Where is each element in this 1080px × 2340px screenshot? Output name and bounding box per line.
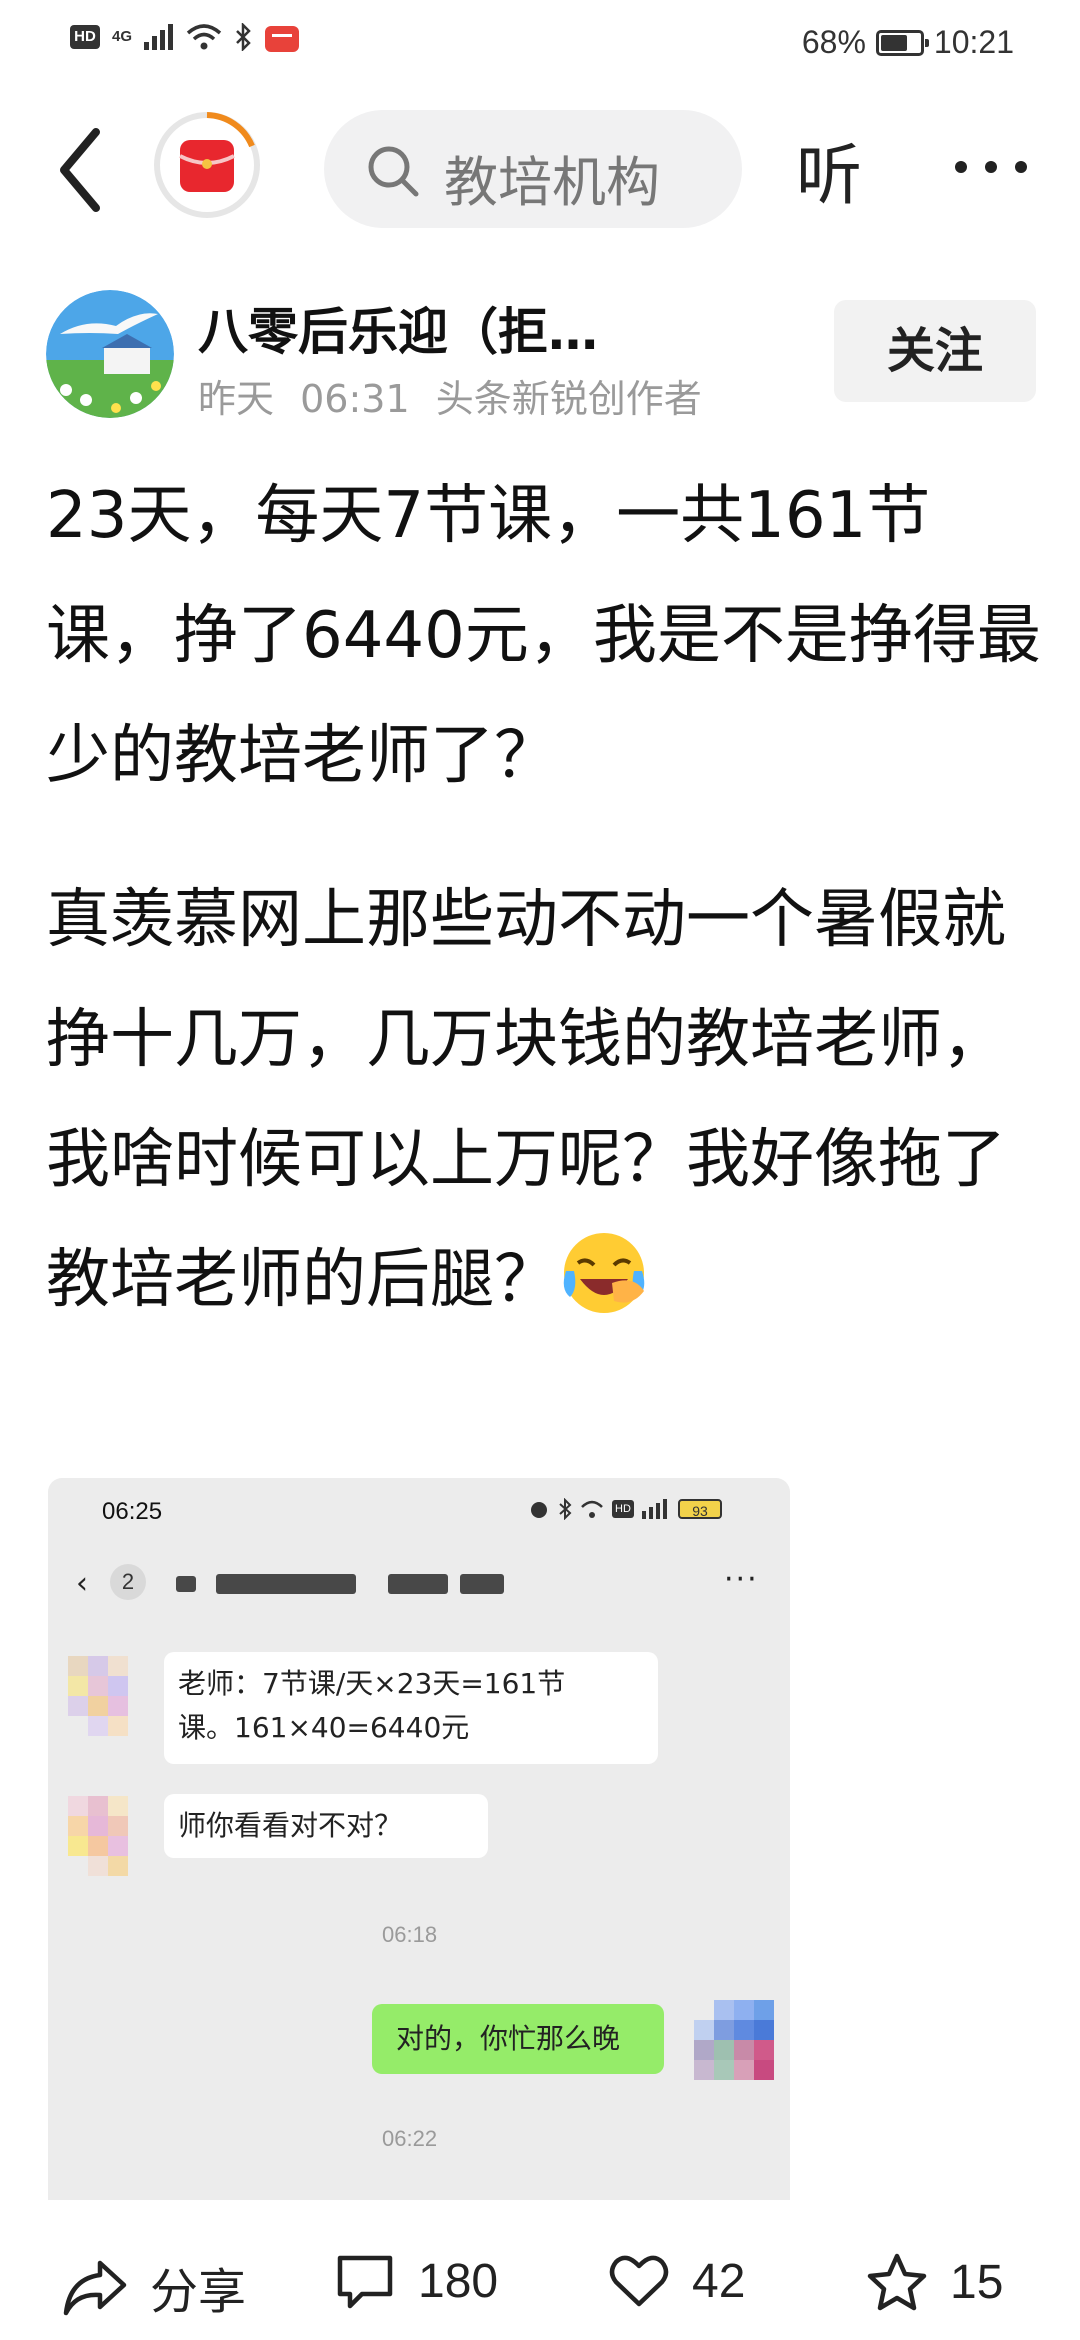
favorite-count: 15 xyxy=(950,2255,1004,2309)
bottom-action-bar: 分享 180 42 15 xyxy=(0,2218,1080,2340)
bluetooth-icon xyxy=(559,1498,572,1520)
blurred-avatar xyxy=(68,1656,148,1736)
blurred-name xyxy=(460,1574,504,1594)
share-label: 分享 xyxy=(150,2264,247,2320)
heart-icon xyxy=(609,2255,669,2307)
battery-percent: 68% xyxy=(801,24,866,60)
app-badge-icon[interactable] xyxy=(152,110,262,220)
star-icon xyxy=(867,2253,927,2311)
signal-icon xyxy=(144,24,174,50)
clock: 10:21 xyxy=(933,24,1014,60)
post-time: 06:31 xyxy=(300,377,410,421)
chat-more-icon: ··· xyxy=(724,1562,759,1597)
alarm-icon xyxy=(531,1502,547,1518)
comment-icon xyxy=(337,2255,393,2309)
battery-icon xyxy=(875,29,929,56)
back-button[interactable] xyxy=(44,120,114,220)
comment-count: 180 xyxy=(418,2254,499,2308)
share-icon xyxy=(63,2260,127,2316)
battery-fill xyxy=(880,34,907,51)
chat-timestamp: 06:18 xyxy=(382,1922,438,1947)
blurred-name xyxy=(176,1576,196,1592)
post-date: 昨天 xyxy=(198,377,275,421)
hd-badge: HD xyxy=(612,1500,634,1518)
search-box[interactable]: 教培机构 xyxy=(324,110,742,228)
search-icon xyxy=(368,146,419,197)
author-name[interactable]: 八零后乐迎（拒… xyxy=(198,292,598,364)
chat-message-bubble-mine: 对的，你忙那么晚 xyxy=(372,2004,664,2074)
chat-screenshot-image[interactable]: 06:25 HD 93 ‹ 2 ··· 老师：7节课/天×23天=161节 课。… xyxy=(48,1478,790,2200)
more-icon[interactable] xyxy=(946,142,1036,192)
chat-message-bubble: 师你看看对不对？ xyxy=(164,1794,488,1858)
signal-icon xyxy=(642,1499,667,1519)
chat-status-time: 06:25 xyxy=(102,1498,163,1525)
listen-button[interactable]: 听 xyxy=(796,122,862,218)
blurred-avatar xyxy=(68,1796,148,1876)
status-bar: HD 4G 68% 10:21 xyxy=(0,0,1080,92)
bluetooth-icon xyxy=(236,23,251,51)
article-paragraph-1: 23天，每天7节课，一共161节课，挣了6440元，我是不是挣得最少的教培老师了… xyxy=(46,479,1041,793)
chat-battery: 93 xyxy=(678,1499,722,1519)
article-paragraph-2: 真羡慕网上那些动不动一个暑假就挣十几万，几万块钱的教培老师，我啥时候可以上万呢？… xyxy=(46,860,1046,1340)
chat-back-icon: ‹ xyxy=(76,1566,88,1601)
author-title: 头条新锐创作者 xyxy=(435,377,702,421)
chat-status-icons: HD 93 xyxy=(528,1498,722,1520)
like-button[interactable]: 42 xyxy=(608,2252,745,2310)
article-paragraph-2-text: 真羡慕网上那些动不动一个暑假就挣十几万，几万块钱的教培老师，我啥时候可以上万呢？… xyxy=(46,883,1006,1317)
follow-button[interactable]: 关注 xyxy=(834,300,1036,402)
chat-timestamp: 06:22 xyxy=(382,2126,438,2151)
blurred-avatar xyxy=(694,2000,774,2080)
chat-message-line: 老师：7节课/天×23天=161节 xyxy=(178,1667,566,1700)
wifi-icon xyxy=(581,1500,603,1518)
share-button[interactable]: 分享 xyxy=(62,2252,246,2322)
status-left: HD 4G xyxy=(70,22,300,52)
chat-message-bubble: 老师：7节课/天×23天=161节 课。161×40=6440元 xyxy=(164,1652,658,1764)
chat-message-line: 对的，你忙那么晚 xyxy=(396,2022,621,2055)
blurred-name xyxy=(216,1574,356,1594)
network-type: 4G xyxy=(112,28,133,45)
chat-message-line: 师你看看对不对？ xyxy=(178,1809,403,1842)
blurred-name xyxy=(388,1574,448,1594)
hd-badge: HD xyxy=(70,25,100,49)
comment-button[interactable]: 180 xyxy=(334,2252,498,2310)
favorite-button[interactable]: 15 xyxy=(866,2252,1003,2312)
app-notification-icon xyxy=(265,26,300,52)
author-avatar[interactable] xyxy=(46,290,174,418)
like-count: 42 xyxy=(692,2254,746,2308)
unread-count: 2 xyxy=(110,1564,146,1600)
status-right: 68% 10:21 xyxy=(802,24,1014,61)
laughing-crying-emoji-icon xyxy=(563,1233,645,1313)
wifi-icon xyxy=(186,24,222,50)
search-placeholder: 教培机构 xyxy=(444,151,660,214)
chat-message-line: 课。161×40=6440元 xyxy=(178,1711,470,1744)
post-meta: 昨天 06:31 头条新锐创作者 xyxy=(198,368,702,423)
